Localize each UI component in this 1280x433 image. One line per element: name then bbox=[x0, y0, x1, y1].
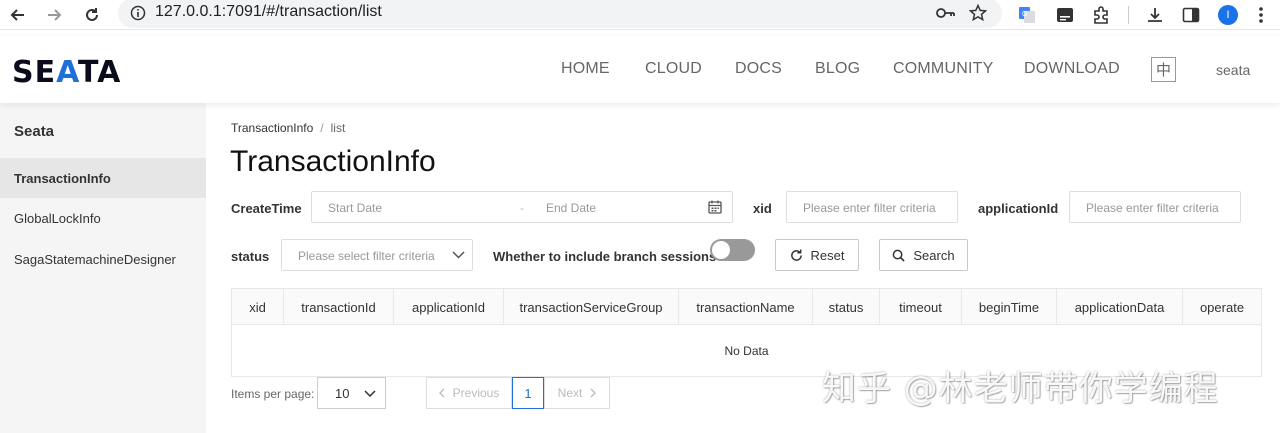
column-header-timeout[interactable]: timeout bbox=[880, 289, 962, 325]
logo-part-2: A bbox=[56, 55, 78, 90]
nav-blog[interactable]: BLOG bbox=[815, 60, 860, 78]
seata-logo[interactable]: SEATA bbox=[12, 55, 121, 90]
key-icon[interactable] bbox=[936, 3, 956, 23]
date-separator: - bbox=[520, 201, 524, 215]
next-page-button[interactable]: Next bbox=[544, 377, 610, 409]
applicationid-placeholder: Please enter filter criteria bbox=[1086, 201, 1219, 215]
xid-label: xid bbox=[753, 201, 772, 216]
transaction-table: xid transactionId applicationId transact… bbox=[231, 288, 1262, 377]
forward-button[interactable] bbox=[42, 3, 66, 27]
arrow-right-icon bbox=[48, 9, 62, 21]
nav-cloud[interactable]: CLOUD bbox=[645, 60, 702, 78]
column-header-transactionname[interactable]: transactionName bbox=[679, 289, 813, 325]
breadcrumb-parent[interactable]: TransactionInfo bbox=[231, 121, 313, 135]
column-header-applicationid[interactable]: applicationId bbox=[394, 289, 504, 325]
menu-icon[interactable] bbox=[1250, 4, 1272, 26]
reload-icon bbox=[86, 8, 98, 21]
xid-placeholder: Please enter filter criteria bbox=[803, 201, 936, 215]
reset-label: Reset bbox=[810, 247, 845, 263]
extensions-icon[interactable] bbox=[1090, 4, 1112, 26]
profile-avatar[interactable]: I bbox=[1217, 4, 1239, 26]
logo-part-1: SE bbox=[12, 55, 57, 90]
start-date-placeholder: Start Date bbox=[328, 201, 383, 215]
sidebar-item-label: SagaStatemachineDesigner bbox=[14, 251, 176, 267]
column-header-begintime[interactable]: beginTime bbox=[962, 289, 1057, 325]
breadcrumb-separator: / bbox=[320, 121, 324, 135]
browser-toolbar: 127.0.0.1:7091/#/transaction/list G I bbox=[0, 0, 1280, 30]
nav-home[interactable]: HOME bbox=[561, 60, 610, 78]
column-header-xid[interactable]: xid bbox=[232, 289, 284, 325]
sidebar-item-globallockinfo[interactable]: GlobalLockInfo bbox=[0, 198, 206, 238]
toggle-knob bbox=[712, 241, 730, 259]
page-1-button[interactable]: 1 bbox=[512, 377, 544, 409]
nav-docs[interactable]: DOCS bbox=[735, 60, 782, 78]
nav-community[interactable]: COMMUNITY bbox=[893, 60, 993, 78]
search-icon bbox=[893, 249, 906, 262]
end-date-placeholder: End Date bbox=[546, 201, 597, 215]
back-button[interactable] bbox=[6, 3, 30, 27]
chevron-down-icon bbox=[452, 251, 465, 259]
date-range-picker[interactable]: Start Date - End Date bbox=[311, 191, 733, 223]
status-placeholder: Please select filter criteria bbox=[298, 249, 435, 263]
branch-sessions-label: Whether to include branch sessions bbox=[493, 249, 717, 264]
column-header-operate[interactable]: operate bbox=[1183, 289, 1261, 325]
search-button[interactable]: Search bbox=[879, 239, 968, 271]
sidebar-item-label: TransactionInfo bbox=[14, 170, 111, 186]
site-header: SEATA HOME CLOUD DOCS BLOG COMMUNITY DOW… bbox=[0, 36, 1280, 103]
language-switch[interactable]: 中 bbox=[1151, 57, 1176, 82]
profile-initial: I bbox=[1218, 5, 1238, 25]
download-icon[interactable] bbox=[1144, 4, 1166, 26]
url-text: 127.0.0.1:7091/#/transaction/list bbox=[155, 3, 382, 20]
info-icon[interactable] bbox=[128, 3, 148, 23]
next-label: Next bbox=[557, 386, 583, 400]
username[interactable]: seata bbox=[1216, 62, 1250, 78]
calendar-icon bbox=[708, 200, 722, 214]
search-label: Search bbox=[913, 247, 955, 263]
breadcrumb: TransactionInfo / list bbox=[231, 121, 345, 135]
column-header-applicationdata[interactable]: applicationData bbox=[1057, 289, 1183, 325]
xid-input[interactable]: Please enter filter criteria bbox=[786, 191, 958, 223]
sidebar-item-label: GlobalLockInfo bbox=[14, 210, 101, 226]
toolbar-divider bbox=[1128, 6, 1129, 24]
reload-button[interactable] bbox=[80, 3, 104, 27]
nav-download[interactable]: DOWNLOAD bbox=[1024, 60, 1120, 78]
applicationid-label: applicationId bbox=[978, 201, 1059, 216]
items-per-page-label: Items per page: bbox=[231, 387, 315, 401]
svg-text:G: G bbox=[1022, 11, 1027, 18]
address-bar[interactable]: 127.0.0.1:7091/#/transaction/list bbox=[118, 0, 1002, 28]
table-header: xid transactionId applicationId transact… bbox=[232, 289, 1261, 325]
empty-state: No Data bbox=[724, 343, 769, 358]
status-select[interactable]: Please select filter criteria bbox=[281, 239, 473, 271]
items-per-page-select[interactable]: 10 bbox=[317, 377, 386, 409]
media-extension-icon[interactable] bbox=[1054, 4, 1076, 26]
breadcrumb-current: list bbox=[330, 121, 346, 135]
previous-page-button[interactable]: Previous bbox=[426, 377, 512, 409]
logo-part-3: TA bbox=[78, 55, 122, 90]
page-title: TransactionInfo bbox=[230, 145, 436, 178]
chevron-right-icon bbox=[590, 388, 597, 398]
createtime-label: CreateTime bbox=[231, 201, 302, 216]
column-header-transactionservicegroup[interactable]: transactionServiceGroup bbox=[504, 289, 679, 325]
sidebar: Seata TransactionInfo GlobalLockInfo Sag… bbox=[0, 103, 206, 433]
applicationid-input[interactable]: Please enter filter criteria bbox=[1069, 191, 1241, 223]
sidebar-item-sagastatemachinedesigner[interactable]: SagaStatemachineDesigner bbox=[0, 239, 206, 279]
side-panel-icon[interactable] bbox=[1180, 4, 1202, 26]
column-header-transactionid[interactable]: transactionId bbox=[284, 289, 394, 325]
translate-extension-icon[interactable]: G bbox=[1016, 4, 1038, 26]
reset-button[interactable]: Reset bbox=[775, 239, 859, 271]
items-per-page-value: 10 bbox=[335, 385, 350, 401]
chevron-down-icon bbox=[364, 390, 376, 397]
sidebar-title: Seata bbox=[14, 123, 55, 140]
branch-sessions-toggle[interactable] bbox=[710, 239, 755, 261]
arrow-left-icon bbox=[10, 9, 24, 21]
refresh-icon bbox=[790, 248, 802, 261]
chevron-left-icon bbox=[438, 388, 445, 398]
sidebar-item-transactioninfo[interactable]: TransactionInfo bbox=[0, 158, 206, 198]
previous-label: Previous bbox=[452, 386, 500, 400]
star-icon[interactable] bbox=[968, 3, 988, 23]
column-header-status[interactable]: status bbox=[813, 289, 880, 325]
status-label: status bbox=[231, 249, 270, 264]
